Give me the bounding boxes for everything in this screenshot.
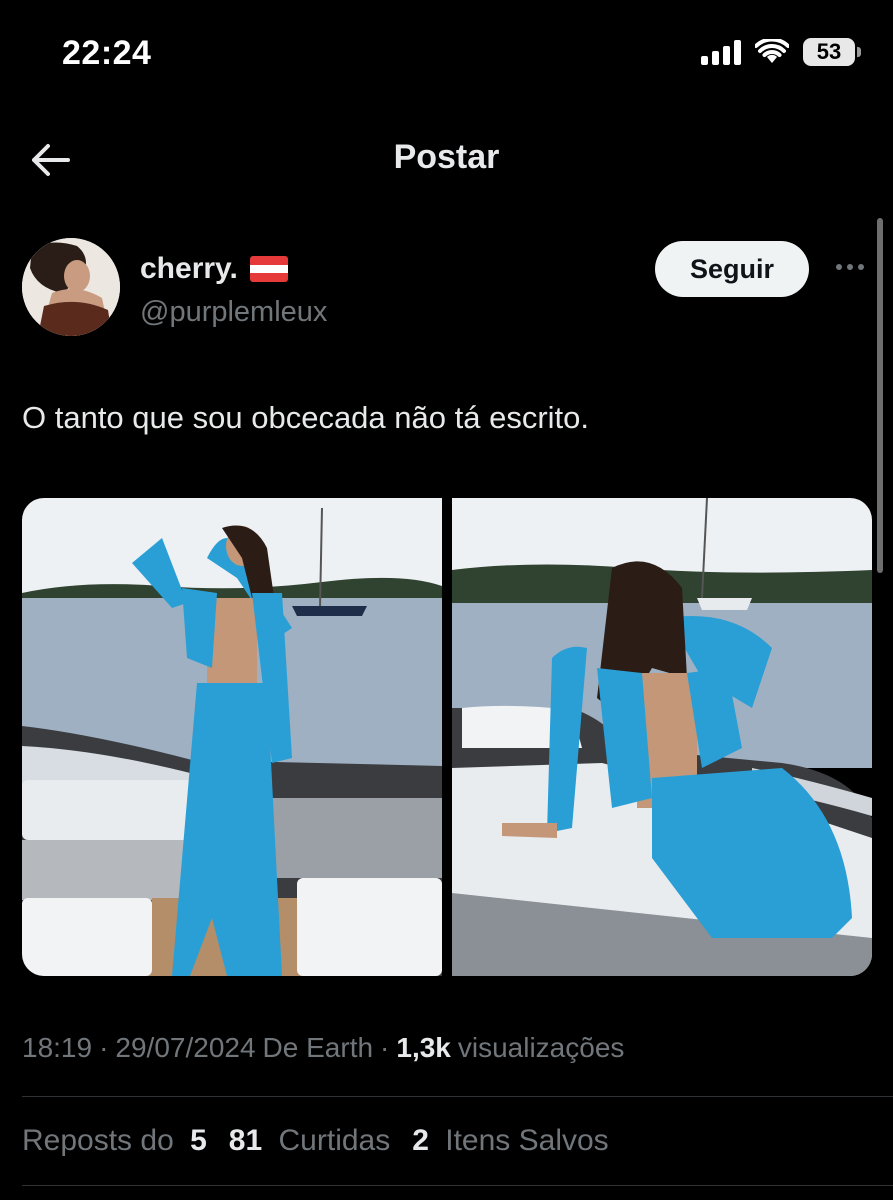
saves-stat[interactable]: 2 Itens Salvos bbox=[412, 1124, 608, 1158]
author-name[interactable]: cherry. bbox=[140, 252, 238, 286]
post-photo-1[interactable] bbox=[22, 498, 442, 976]
meta-separator: · bbox=[380, 1032, 390, 1063]
post-meta: 18:19 · 29/07/2024 De Earth · 1,3k visua… bbox=[22, 1032, 624, 1064]
wifi-icon bbox=[755, 39, 789, 63]
divider bbox=[22, 1096, 893, 1097]
reposts-stat[interactable]: Reposts do 5 bbox=[22, 1124, 207, 1158]
views-label: visualizações bbox=[457, 1032, 625, 1063]
views-count: 1,3k bbox=[396, 1032, 451, 1063]
scrollbar[interactable] bbox=[877, 218, 883, 573]
meta-separator: · bbox=[99, 1032, 109, 1063]
likes-label: Curtidas bbox=[278, 1124, 391, 1157]
page-title: Postar bbox=[393, 138, 500, 176]
nav-bar: Postar bbox=[0, 110, 893, 210]
avatar[interactable] bbox=[22, 238, 120, 336]
saves-label: Itens Salvos bbox=[445, 1124, 609, 1157]
media-grid bbox=[22, 498, 872, 976]
battery-icon: 53 bbox=[803, 38, 861, 66]
post-stats: Reposts do 5 81 Curtidas 2 Itens Salvos bbox=[22, 1124, 609, 1158]
likes-stat[interactable]: 81 Curtidas bbox=[229, 1124, 390, 1158]
status-time: 22:24 bbox=[62, 34, 152, 72]
austria-flag-icon bbox=[249, 256, 288, 282]
post-text: O tanto que sou obcecada não tá escrito. bbox=[22, 400, 589, 435]
post-source: De Earth bbox=[262, 1032, 374, 1063]
reposts-label: Reposts do bbox=[22, 1124, 174, 1157]
post-detail: cherry. @purplemleux Seguir O tanto que … bbox=[0, 210, 893, 1200]
reposts-count: 5 bbox=[190, 1124, 207, 1157]
post-time: 18:19 bbox=[22, 1032, 93, 1063]
post-photo-2[interactable] bbox=[452, 498, 872, 976]
likes-count: 81 bbox=[228, 1124, 263, 1157]
follow-button[interactable]: Seguir bbox=[655, 241, 809, 297]
status-icons: 53 bbox=[701, 38, 861, 66]
status-bar: 22:24 53 bbox=[0, 0, 893, 110]
author-name-row: cherry. bbox=[140, 252, 288, 286]
post-date[interactable]: 29/07/2024 bbox=[115, 1032, 255, 1064]
divider bbox=[22, 1185, 893, 1186]
more-options-icon[interactable] bbox=[828, 252, 872, 282]
cellular-signal-icon bbox=[701, 39, 741, 65]
saves-count: 2 bbox=[412, 1124, 429, 1157]
author-handle[interactable]: @purplemleux bbox=[140, 296, 327, 329]
